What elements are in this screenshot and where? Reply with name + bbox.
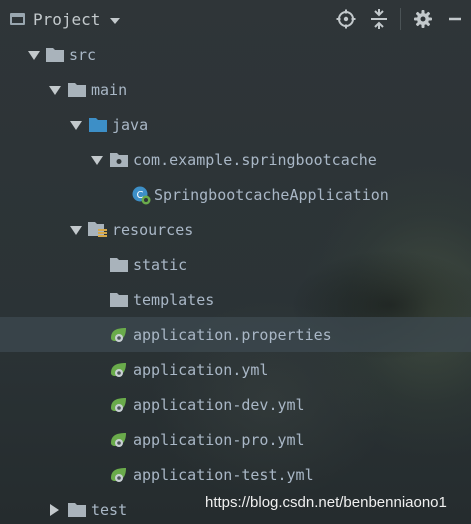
tree-item-label: application-dev.yml — [133, 395, 305, 414]
tree-item-label: com.example.springbootcache — [133, 150, 377, 169]
toolbar-actions — [324, 0, 471, 38]
source-folder-icon — [88, 115, 108, 135]
expand-arrow-icon[interactable] — [28, 50, 40, 60]
watermark-text: https://blog.csdn.net/benbenniaono1 — [205, 494, 447, 511]
tree-item-main[interactable]: main — [0, 72, 471, 107]
tree-item-application-dev-yml[interactable]: application-dev.yml — [0, 387, 471, 422]
expand-arrow-icon[interactable] — [70, 120, 82, 130]
spring-boot-class-icon: C — [131, 185, 151, 205]
hide-panel-icon[interactable] — [445, 8, 467, 30]
collapse-arrow-icon[interactable] — [50, 503, 59, 516]
tree-item-label: resources — [112, 220, 194, 239]
project-view-selector[interactable]: Project — [10, 9, 121, 29]
tree-item-label: main — [91, 80, 128, 99]
folder-icon — [67, 500, 87, 520]
folder-icon — [109, 290, 129, 310]
tree-item-src[interactable]: src — [0, 37, 471, 72]
tree-item-label: application.yml — [133, 360, 269, 379]
collapse-all-icon[interactable] — [368, 8, 390, 30]
tree-item-label: test — [91, 500, 128, 519]
expand-arrow-icon[interactable] — [70, 225, 82, 235]
tree-item-application-properties[interactable]: application.properties — [0, 317, 471, 352]
project-label: Project — [33, 9, 101, 29]
tree-item-package[interactable]: com.example.springbootcache — [0, 142, 471, 177]
tree-item-label: SpringbootcacheApplication — [154, 185, 389, 204]
tree-item-java[interactable]: java — [0, 107, 471, 142]
tree-item-static[interactable]: static — [0, 247, 471, 282]
project-toolbar: Project — [0, 0, 471, 38]
spring-config-icon — [109, 465, 129, 485]
tree-item-resources[interactable]: resources — [0, 212, 471, 247]
expand-arrow-icon[interactable] — [91, 155, 103, 165]
tree-item-label: templates — [133, 290, 215, 309]
folder-icon — [67, 80, 87, 100]
spring-config-icon — [109, 360, 129, 380]
tree-item-label: application.properties — [133, 325, 332, 344]
chevron-down-icon[interactable] — [110, 17, 121, 24]
tree-item-label: src — [69, 45, 97, 64]
tree-item-application-test-yml[interactable]: application-test.yml — [0, 457, 471, 492]
spring-config-icon — [109, 395, 129, 415]
folder-icon — [45, 45, 65, 65]
locate-target-icon[interactable] — [335, 8, 357, 30]
tree-item-application-pro-yml[interactable]: application-pro.yml — [0, 422, 471, 457]
package-icon — [109, 150, 129, 170]
tree-item-label: application-pro.yml — [133, 430, 305, 449]
tree-item-application-yml[interactable]: application.yml — [0, 352, 471, 387]
resources-folder-icon — [88, 220, 108, 240]
expand-arrow-icon[interactable] — [49, 85, 61, 95]
tree-item-templates[interactable]: templates — [0, 282, 471, 317]
project-window-icon — [10, 13, 25, 25]
spring-config-icon — [109, 325, 129, 345]
tree-item-label: static — [133, 255, 188, 274]
tree-item-label: application-test.yml — [133, 465, 314, 484]
tree-item-springbootcache-application[interactable]: C SpringbootcacheApplication — [0, 177, 471, 212]
spring-config-icon — [109, 430, 129, 450]
toolbar-divider — [400, 8, 401, 30]
folder-icon — [109, 255, 129, 275]
tree-item-label: java — [112, 115, 149, 134]
gear-icon[interactable] — [412, 8, 434, 30]
